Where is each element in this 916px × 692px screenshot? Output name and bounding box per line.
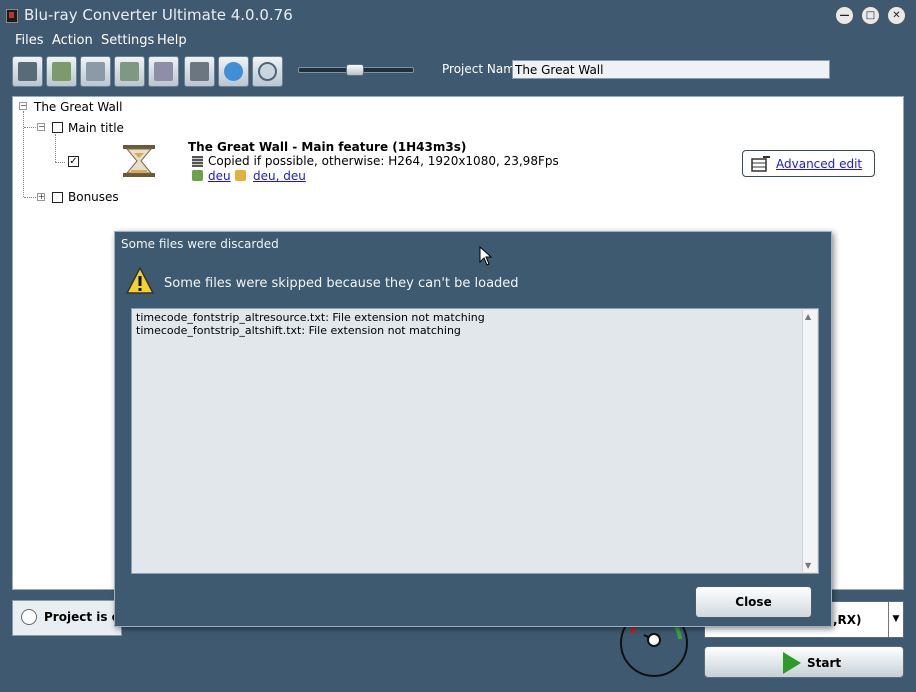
scroll-down-icon[interactable]: ▼ — [805, 561, 811, 570]
tree-line — [55, 134, 56, 162]
project-name-input[interactable] — [512, 60, 830, 79]
settings-icon — [190, 62, 209, 81]
burn-disc-icon — [224, 62, 243, 81]
film-edit-icon — [751, 156, 770, 172]
preview-icon — [258, 62, 277, 81]
main-title-collapse-toggle[interactable]: − — [37, 123, 45, 131]
add-video-icon — [18, 62, 37, 81]
zoom-slider-thumb[interactable] — [346, 64, 364, 76]
play-icon — [783, 652, 801, 674]
project-name-label: Project Name — [442, 62, 523, 76]
tree-line — [24, 197, 36, 198]
close-button[interactable]: Close — [695, 586, 812, 618]
bonuses-checkbox[interactable] — [52, 192, 63, 203]
warning-icon — [126, 267, 154, 294]
mouse-cursor-icon — [479, 246, 493, 266]
hourglass-thumbnail — [123, 145, 155, 177]
settings-button[interactable] — [184, 56, 215, 87]
audio-note-icon — [192, 170, 203, 181]
list-scrollbar[interactable]: ▲ ▼ — [802, 310, 817, 572]
add-audio-icon — [52, 62, 71, 81]
start-button[interactable]: Start — [704, 646, 904, 678]
film-icon — [192, 156, 203, 167]
add-subtitle-button[interactable] — [80, 56, 111, 87]
tree-line — [55, 162, 65, 163]
dialog-title: Some files were discarded — [121, 237, 279, 251]
add-audio-button[interactable] — [46, 56, 77, 87]
status-panel: Project is en — [12, 600, 128, 636]
subtitle-track-link[interactable]: deu, deu — [253, 169, 306, 183]
add-video-button[interactable] — [12, 56, 43, 87]
minimize-button[interactable]: — — [835, 6, 854, 25]
discarded-files-list: timecode_fontstrip_altresource.txt: File… — [131, 308, 819, 574]
menu-files[interactable]: Files — [15, 33, 44, 48]
title-bar: Blu-ray Converter Ultimate 4.0.0.76 — □ … — [0, 0, 916, 30]
chevron-down-icon[interactable]: ▼ — [888, 602, 903, 637]
main-window: Blu-ray Converter Ultimate 4.0.0.76 — □ … — [0, 0, 916, 692]
output-profile-value: ,RX) — [833, 613, 862, 627]
dialog-message: Some files were skipped because they can… — [164, 276, 519, 291]
advanced-edit-button[interactable]: Advanced edit — [742, 150, 875, 177]
feature-checkbox[interactable]: ✓ — [68, 156, 79, 167]
close-window-button[interactable]: ✕ — [887, 6, 906, 25]
add-subtitle-icon — [86, 62, 105, 81]
feature-info: Copied if possible, otherwise: H264, 192… — [208, 154, 559, 168]
menu-settings[interactable]: Settings — [101, 33, 154, 48]
main-title-label[interactable]: Main title — [68, 121, 124, 135]
window-title: Blu-ray Converter Ultimate 4.0.0.76 — [24, 6, 293, 24]
scroll-up-icon[interactable]: ▲ — [805, 312, 811, 321]
bonuses-expand-toggle[interactable]: + — [37, 193, 45, 201]
app-icon — [6, 9, 18, 23]
remove-button[interactable] — [148, 56, 179, 87]
maximize-button[interactable]: □ — [861, 6, 880, 25]
subtitle-icon — [235, 170, 246, 181]
tree-line — [24, 127, 36, 128]
root-collapse-toggle[interactable]: − — [19, 102, 27, 110]
menu-bar: Files Action Settings Help — [0, 31, 916, 51]
feature-title: The Great Wall - Main feature (1H43m3s) — [188, 140, 467, 154]
audio-track-link[interactable]: deu — [208, 169, 231, 183]
add-chapter-icon — [120, 62, 139, 81]
start-label: Start — [807, 656, 842, 670]
tree-line — [23, 111, 24, 197]
advanced-edit-link[interactable]: Advanced edit — [776, 157, 862, 171]
remove-icon — [154, 62, 173, 81]
bonuses-label[interactable]: Bonuses — [68, 190, 119, 204]
clock-icon — [21, 609, 37, 625]
list-item: timecode_fontstrip_altshift.txt: File ex… — [136, 324, 461, 337]
menu-action[interactable]: Action — [52, 33, 93, 48]
list-item: timecode_fontstrip_altresource.txt: File… — [136, 311, 485, 324]
menu-help[interactable]: Help — [157, 33, 187, 48]
burn-disc-button[interactable] — [218, 56, 249, 87]
add-chapter-button[interactable] — [114, 56, 145, 87]
preview-button[interactable] — [252, 56, 283, 87]
tree-root[interactable]: The Great Wall — [34, 100, 122, 114]
discarded-files-dialog: Some files were discarded Some files wer… — [114, 231, 832, 627]
main-title-checkbox[interactable] — [52, 122, 63, 133]
